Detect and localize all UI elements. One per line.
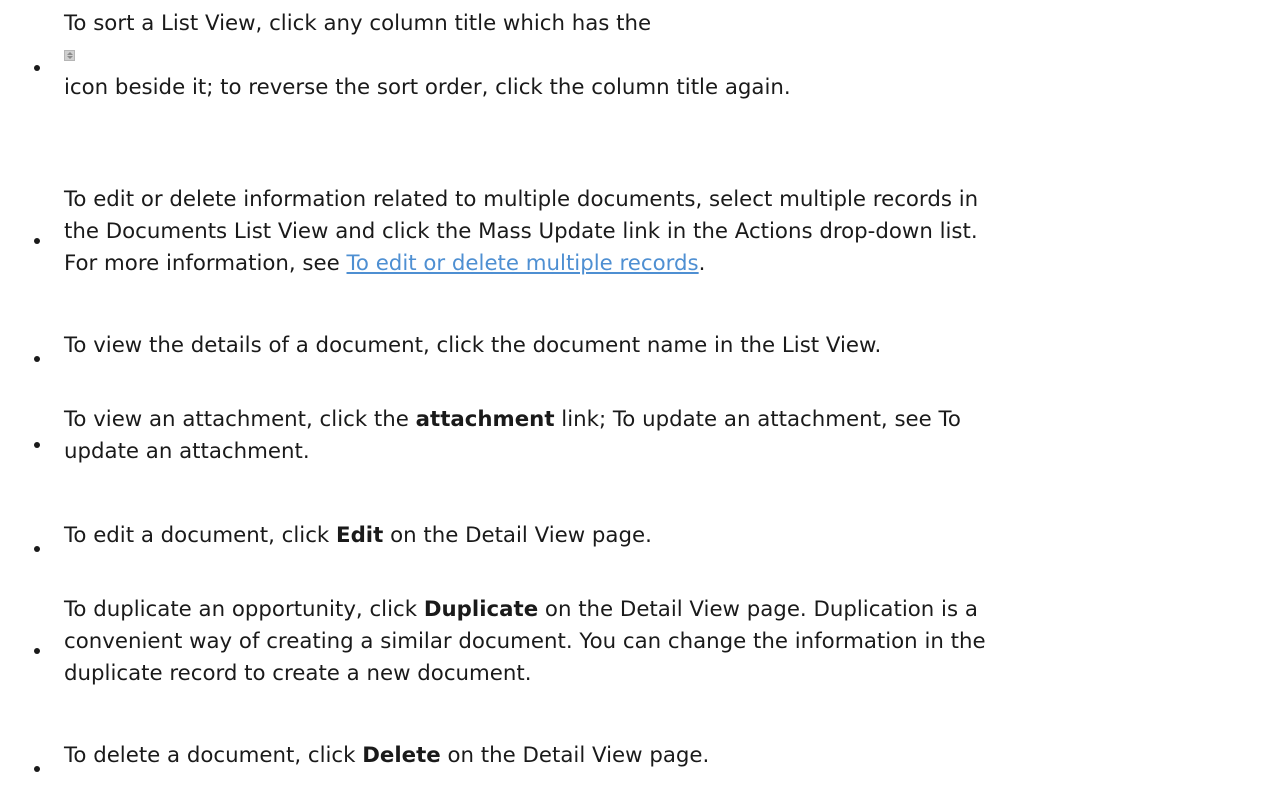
text-line: To view the details of a document, click… bbox=[64, 333, 882, 358]
text-line: To view an attachment, click the attachm… bbox=[64, 404, 1254, 436]
bold-term-duplicate: Duplicate bbox=[423, 597, 539, 622]
text-line: For more information, see To edit or del… bbox=[64, 248, 1254, 280]
text-line: the Documents List View and click the Ma… bbox=[64, 219, 978, 244]
text-segment: . bbox=[698, 251, 706, 276]
bold-term-edit: Edit bbox=[336, 523, 384, 548]
bullet bbox=[34, 356, 40, 362]
bullet bbox=[34, 648, 40, 654]
text-segment: on the Detail View page. bbox=[440, 743, 710, 768]
text-line: update an attachment. bbox=[64, 439, 310, 464]
bullet bbox=[34, 65, 40, 71]
text-line: To sort a List View, click any column ti… bbox=[64, 11, 652, 36]
list-item-text: To sort a List View, click any column ti… bbox=[64, 8, 1254, 104]
text-segment: To view an attachment, click the bbox=[64, 407, 416, 432]
text-line: duplicate record to create a new documen… bbox=[64, 661, 532, 686]
text-segment: on the Detail View page. bbox=[383, 523, 652, 548]
text-line: To edit a document, click Edit on the De… bbox=[64, 520, 1254, 552]
text-line: convenient way of creating a similar doc… bbox=[64, 629, 986, 654]
text-segment: on the Detail View page. Duplication is … bbox=[538, 597, 978, 622]
edit-delete-multiple-records-link[interactable]: To edit or delete multiple records bbox=[347, 251, 699, 276]
list-item-text: To view the details of a document, click… bbox=[64, 330, 1254, 362]
sort-icon bbox=[64, 50, 75, 61]
text-segment: To delete a document, click bbox=[64, 743, 363, 768]
text-line: icon beside it; to reverse the sort orde… bbox=[64, 75, 791, 100]
bold-term-attachment: attachment bbox=[415, 407, 555, 432]
list-item-text: To edit or delete information related to… bbox=[64, 184, 1254, 280]
text-line: To delete a document, click Delete on th… bbox=[64, 740, 1254, 772]
list-item-text: To delete a document, click Delete on th… bbox=[64, 740, 1254, 772]
text-segment: For more information, see bbox=[64, 251, 347, 276]
help-document: To sort a List View, click any column ti… bbox=[0, 0, 1264, 796]
list-item-text: To view an attachment, click the attachm… bbox=[64, 404, 1254, 468]
bullet bbox=[34, 766, 40, 772]
text-segment: To duplicate an opportunity, click bbox=[64, 597, 424, 622]
text-line: To duplicate an opportunity, click Dupli… bbox=[64, 594, 1254, 626]
text-segment: link; To update an attachment, see To bbox=[554, 407, 961, 432]
bold-term-delete: Delete bbox=[362, 743, 441, 768]
list-item-text: To edit a document, click Edit on the De… bbox=[64, 520, 1254, 552]
bullet bbox=[34, 546, 40, 552]
bullet bbox=[34, 442, 40, 448]
text-segment: To edit a document, click bbox=[64, 523, 337, 548]
text-line: To edit or delete information related to… bbox=[64, 187, 979, 212]
list-item-text: To duplicate an opportunity, click Dupli… bbox=[64, 594, 1254, 690]
bullet bbox=[34, 238, 40, 244]
